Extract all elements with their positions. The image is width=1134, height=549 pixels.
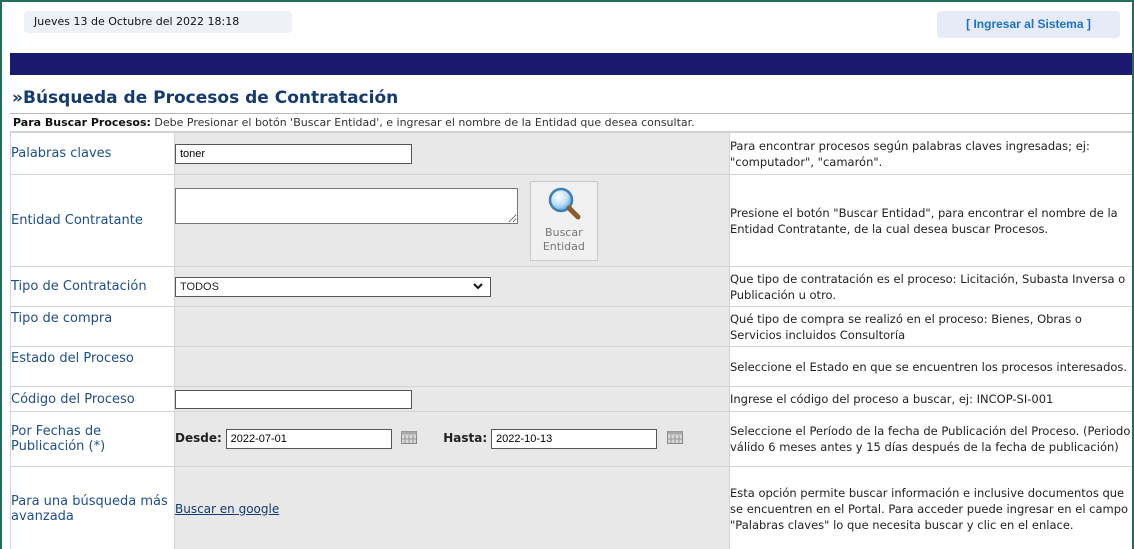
entity-cell: Buscar Entidad [174,174,730,267]
top-bar: Jueves 13 de Octubre del 2022 18:18 [ In… [10,11,1132,41]
keywords-cell [174,132,730,175]
entity-textarea[interactable] [175,188,518,224]
instruction-label: Para Buscar Procesos: [13,116,151,129]
keywords-label: Palabras claves [10,132,175,175]
form-row-contract-type: Tipo de Contratación TODOS Que tipo de c… [10,266,1132,307]
purchase-type-cell [174,306,730,347]
dates-label: Por Fechas de Publicación (*) [10,411,175,467]
form-row-entity: Entidad Contratante Buscar Entidad Presi… [10,174,1132,267]
form-row-advanced: Para una búsqueda más avanzada Buscar en… [10,466,1132,549]
from-date-input[interactable] [225,429,392,449]
purchase-type-label: Tipo de compra [10,306,175,347]
process-code-label: Código del Proceso [10,386,175,412]
to-date-input[interactable] [491,429,658,449]
login-button[interactable]: [ Ingresar al Sistema ] [937,11,1120,38]
navigation-bar [10,53,1132,75]
instruction-body: Debe Presionar el botón 'Buscar Entidad'… [150,116,695,129]
magnifier-icon [548,187,581,219]
advanced-help: Esta opción permite buscar información e… [729,466,1132,549]
instruction-text: Para Buscar Procesos: Debe Presionar el … [10,113,1132,132]
form-row-purchase-type: Tipo de compra Qué tipo de compra se rea… [10,306,1132,347]
form-row-process-state: Estado del Proceso Seleccione el Estado … [10,346,1132,387]
page-title: »Búsqueda de Procesos de Contratación [12,88,399,108]
process-state-label: Estado del Proceso [10,346,175,387]
contract-type-value: TODOS [180,280,219,293]
advanced-cell: Buscar en google [174,466,730,549]
form-row-keywords: Palabras claves Para encontrar procesos … [10,132,1132,175]
calendar-icon[interactable] [401,430,418,447]
form-row-process-code: Código del Proceso Ingrese el código del… [10,386,1132,412]
keywords-help: Para encontrar procesos según palabras c… [729,132,1132,175]
dates-help: Seleccione el Período de la fecha de Pub… [729,411,1132,467]
process-state-cell [174,346,730,387]
search-entity-line1: Buscar [545,225,583,239]
page-frame: Jueves 13 de Octubre del 2022 18:18 [ In… [0,0,1134,549]
contract-type-select[interactable]: TODOS [175,276,491,298]
contract-type-help: Que tipo de contratación es el proceso: … [729,266,1132,307]
keywords-input[interactable] [175,143,412,164]
date-time-badge: Jueves 13 de Octubre del 2022 18:18 [24,11,292,33]
contract-type-cell: TODOS [174,266,730,307]
to-label: Hasta: [443,431,488,445]
process-code-cell [174,386,730,412]
entity-help: Presione el botón "Buscar Entidad", para… [729,174,1132,267]
google-search-link[interactable]: Buscar en google [175,502,279,516]
search-entity-button[interactable]: Buscar Entidad [529,180,598,261]
search-form-table: Palabras claves Para encontrar procesos … [10,132,1132,549]
from-label: Desde: [175,431,222,445]
search-entity-line2: Entidad [542,239,585,253]
advanced-label: Para una búsqueda más avanzada [10,466,175,549]
process-code-help: Ingrese el código del proceso a buscar, … [729,386,1132,412]
contract-type-label: Tipo de Contratación [10,266,175,307]
calendar-icon[interactable] [666,430,683,447]
entity-label: Entidad Contratante [10,174,175,267]
purchase-type-help: Qué tipo de compra se realizó en el proc… [729,306,1132,347]
form-row-dates: Por Fechas de Publicación (*) Desde: Has… [10,411,1132,467]
chevron-down-icon [472,279,484,298]
dates-cell: Desde: Hasta: [174,411,730,467]
process-state-help: Seleccione el Estado en que se encuentre… [729,346,1132,387]
process-code-input[interactable] [175,389,412,409]
